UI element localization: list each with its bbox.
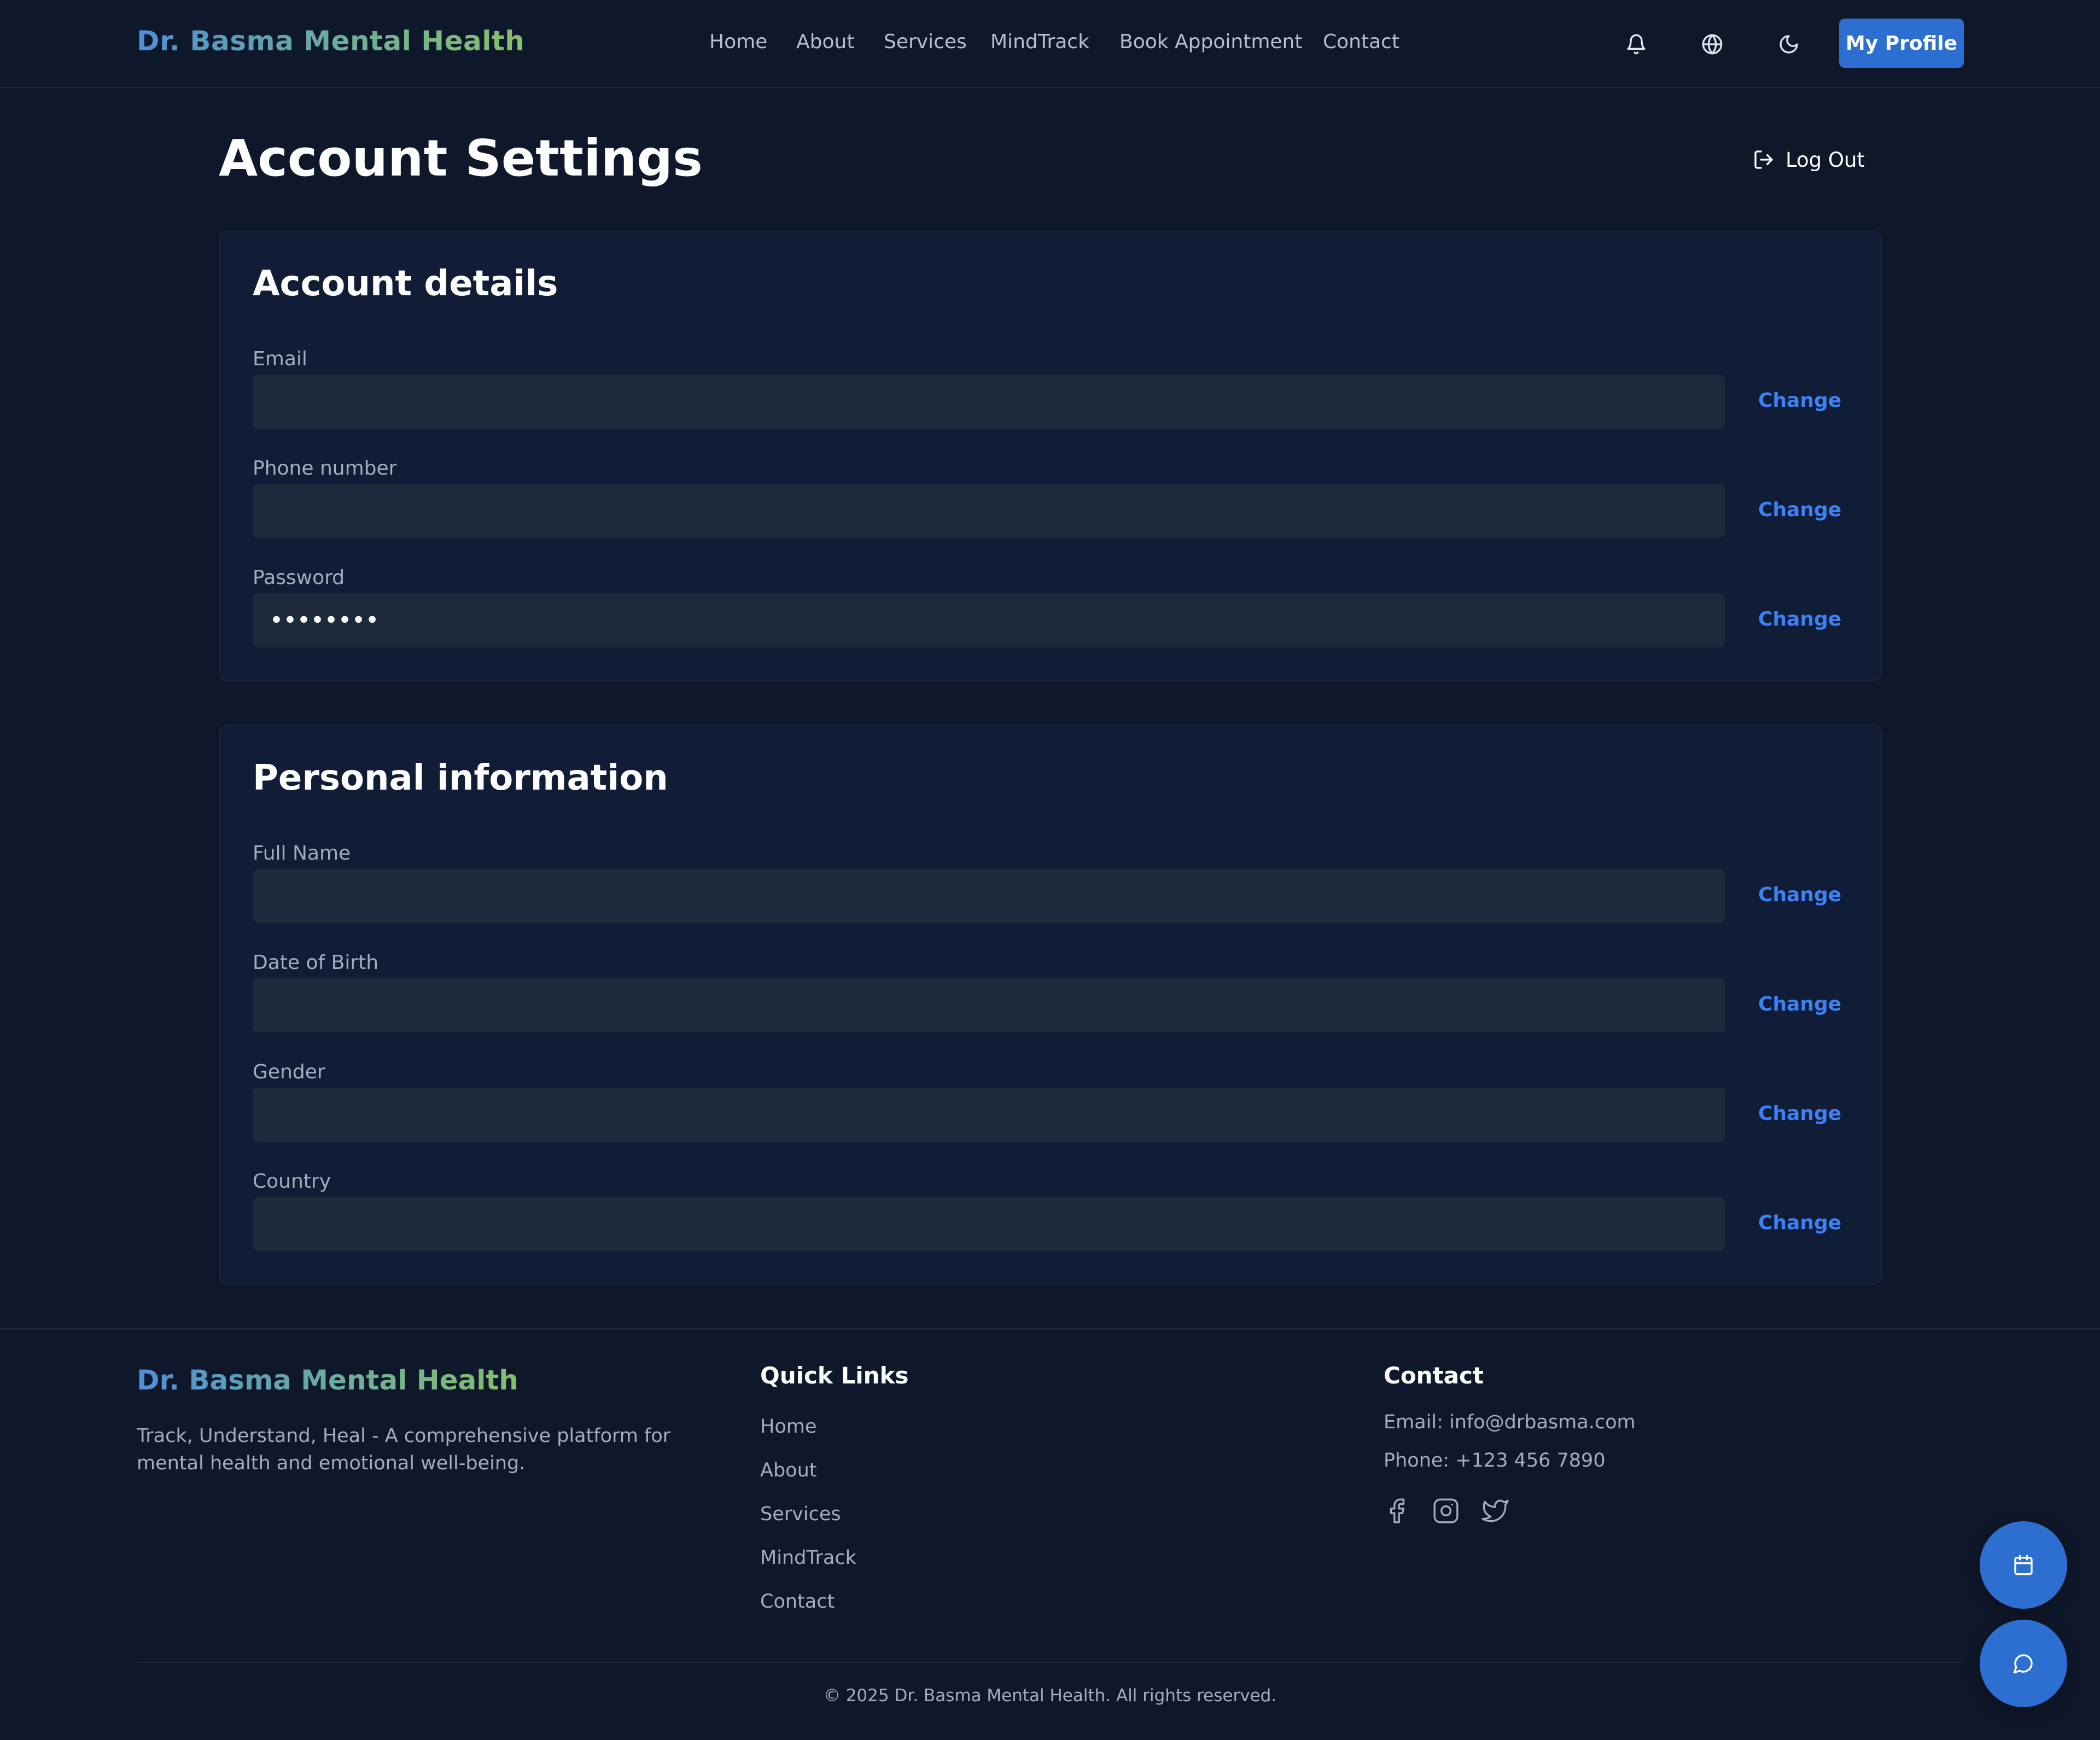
password-label: Password [253, 567, 345, 589]
theme-toggle-button[interactable] [1772, 28, 1805, 61]
language-button[interactable] [1696, 28, 1729, 61]
globe-icon [1702, 34, 1723, 55]
nav-contact[interactable]: Contact [1323, 31, 1399, 53]
password-field[interactable] [253, 593, 1725, 647]
my-profile-button[interactable]: My Profile [1839, 19, 1964, 68]
account-details-title: Account details [253, 264, 558, 304]
twitter-icon [1481, 1499, 1509, 1522]
account-details-card: Account details Email Change Phone numbe… [219, 231, 1882, 681]
twitter-link[interactable] [1480, 1496, 1510, 1526]
facebook-link[interactable] [1381, 1496, 1412, 1526]
footer-tagline: Track, Understand, Heal - A comprehensiv… [137, 1425, 671, 1474]
date-of-birth-field[interactable] [253, 978, 1725, 1032]
footer-link-contact[interactable]: Contact [760, 1591, 835, 1613]
personal-information-card: Personal information Full Name Change Da… [219, 725, 1882, 1284]
nav-book-appointment[interactable]: Book Appointment [1119, 31, 1302, 53]
book-appointment-fab[interactable] [1980, 1521, 2067, 1609]
email-field[interactable] [253, 375, 1725, 429]
footer-phone: Phone: +123 456 7890 [1384, 1450, 1606, 1472]
copyright-text: © 2025 Dr. Basma Mental Health. All righ… [823, 1686, 1277, 1706]
nav-about[interactable]: About [796, 31, 854, 53]
logout-button[interactable]: Log Out [1753, 145, 1865, 174]
chat-fab[interactable] [1980, 1620, 2067, 1707]
gender-label: Gender [253, 1061, 325, 1083]
footer-brand: Dr. Basma Mental Health [137, 1364, 518, 1396]
gender-field[interactable] [253, 1088, 1725, 1142]
change-gender-button[interactable]: Change [1758, 1102, 1841, 1125]
site-footer: Dr. Basma Mental Health Track, Understan… [0, 1328, 2100, 1740]
change-country-button[interactable]: Change [1758, 1212, 1841, 1234]
contact-heading: Contact [1384, 1362, 1484, 1389]
instagram-link[interactable] [1431, 1496, 1461, 1526]
footer-link-services[interactable]: Services [760, 1503, 841, 1525]
phone-label: Phone number [253, 457, 397, 480]
change-phone-button[interactable]: Change [1758, 499, 1841, 521]
nav-home[interactable]: Home [709, 31, 767, 53]
personal-information-title: Personal information [253, 758, 668, 798]
chat-icon [2013, 1654, 2033, 1674]
calendar-icon [2014, 1555, 2033, 1575]
bell-icon [1627, 34, 1646, 55]
site-header: Dr. Basma Mental Health Home About Servi… [0, 0, 2100, 88]
footer-divider [137, 1662, 1963, 1663]
nav-services[interactable]: Services [884, 31, 967, 53]
full-name-label: Full Name [253, 842, 351, 865]
quick-links-heading: Quick Links [760, 1362, 909, 1389]
brand-logo[interactable]: Dr. Basma Mental Health [137, 25, 524, 57]
page-title: Account Settings [219, 129, 703, 188]
instagram-icon [1433, 1498, 1459, 1523]
footer-link-home[interactable]: Home [760, 1416, 816, 1438]
change-date-of-birth-button[interactable]: Change [1758, 993, 1841, 1015]
full-name-field[interactable] [253, 869, 1725, 923]
phone-field[interactable] [253, 484, 1725, 538]
change-email-button[interactable]: Change [1758, 389, 1841, 412]
footer-email: Email: info@drbasma.com [1384, 1411, 1636, 1433]
country-field[interactable] [253, 1197, 1725, 1251]
nav-mindtrack[interactable]: MindTrack [990, 31, 1089, 53]
moon-icon [1780, 35, 1798, 54]
logout-label: Log Out [1786, 148, 1865, 172]
email-label: Email [253, 348, 307, 370]
change-password-button[interactable]: Change [1758, 608, 1841, 630]
change-full-name-button[interactable]: Change [1758, 884, 1841, 906]
country-label: Country [253, 1170, 331, 1193]
log-out-icon [1754, 150, 1773, 169]
footer-link-about[interactable]: About [760, 1459, 816, 1481]
notifications-button[interactable] [1620, 28, 1653, 61]
date-of-birth-label: Date of Birth [253, 951, 379, 974]
facebook-icon [1390, 1498, 1405, 1523]
footer-link-mindtrack[interactable]: MindTrack [760, 1547, 856, 1569]
